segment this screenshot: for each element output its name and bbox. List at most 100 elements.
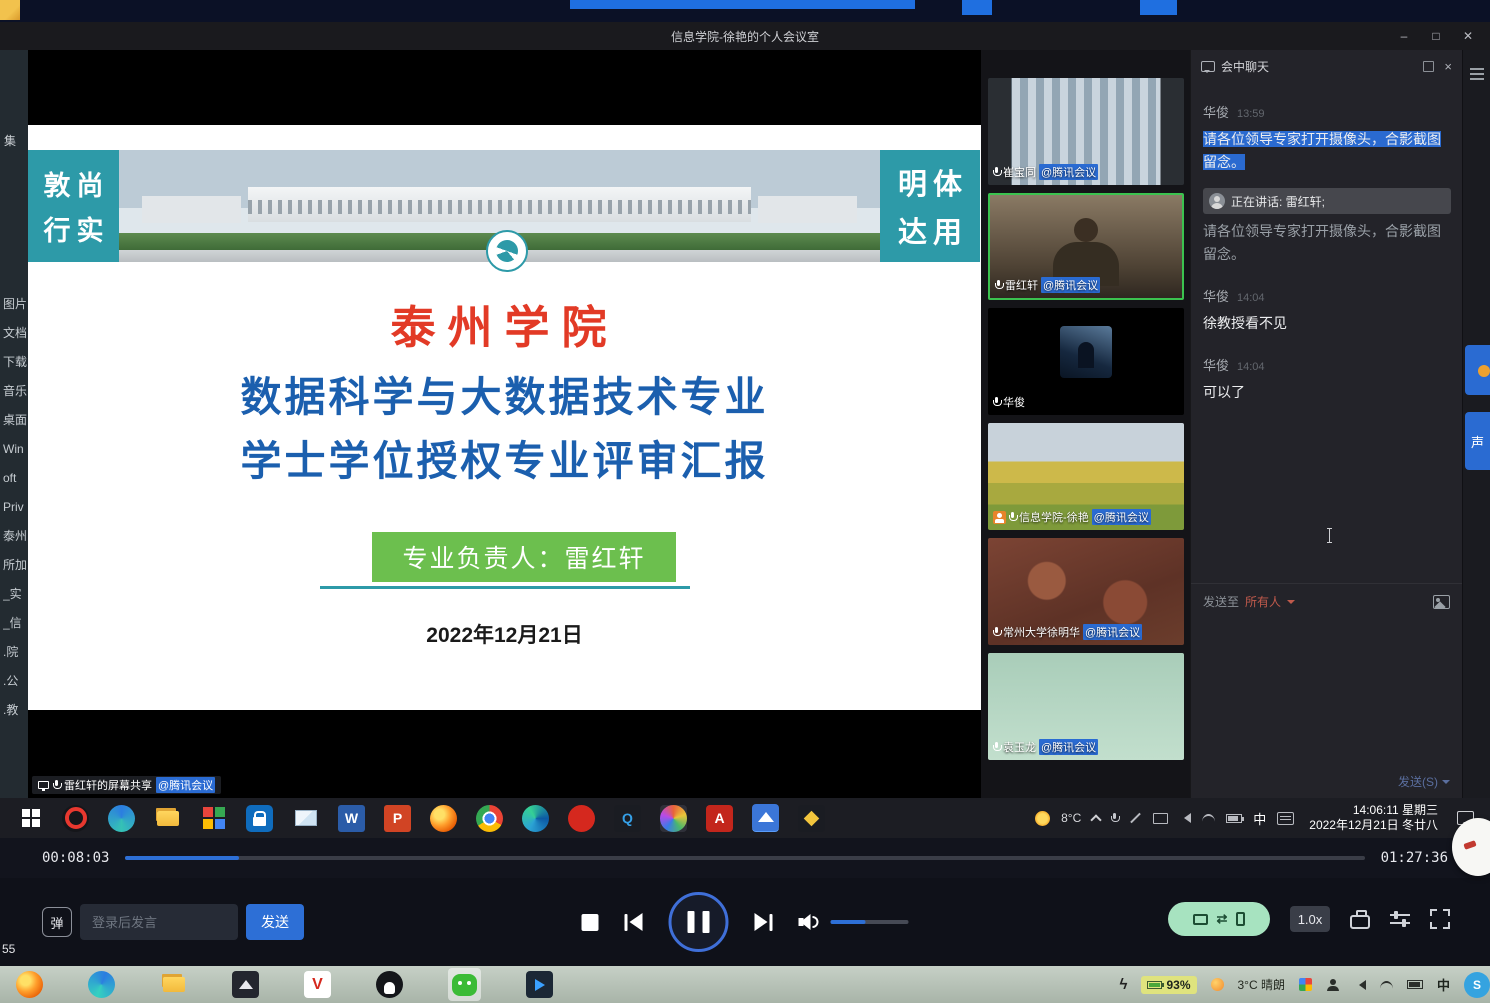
file-item[interactable]: 下载 <box>3 348 27 377</box>
previous-button[interactable] <box>625 913 643 931</box>
wechat-icon[interactable] <box>452 974 477 996</box>
toolbox-icon[interactable] <box>1350 915 1370 929</box>
participant-tile[interactable]: 信息学院-徐艳 @腾讯会议 <box>988 423 1184 530</box>
volume-fill <box>831 920 866 924</box>
chat-close-icon[interactable]: × <box>1444 59 1452 74</box>
next-button[interactable] <box>755 913 773 931</box>
file-item[interactable]: .公 <box>3 667 27 696</box>
active-app-highlight[interactable] <box>448 968 481 1001</box>
file-item[interactable]: 图片 <box>3 290 27 319</box>
cad-app-icon[interactable] <box>798 805 825 832</box>
sphere-app-icon[interactable] <box>660 805 687 832</box>
edge-icon[interactable] <box>88 971 115 998</box>
ime-indicator[interactable]: 中 <box>1253 809 1266 828</box>
file-explorer-icon[interactable] <box>160 971 187 998</box>
text-fragment: 55 <box>2 942 15 956</box>
colorful-tray-icon[interactable] <box>1299 978 1312 991</box>
menu-icon[interactable] <box>1470 68 1484 83</box>
firefox-icon[interactable] <box>16 971 43 998</box>
file-item[interactable]: oft <box>3 464 27 493</box>
file-item[interactable]: _实 <box>3 580 27 609</box>
chrome-icon[interactable] <box>476 805 503 832</box>
transfer-arrows-icon: ⇄ <box>1217 911 1228 927</box>
network-icon[interactable] <box>1202 814 1215 822</box>
danmaku-send-button[interactable]: 发送 <box>246 904 304 940</box>
qq-icon[interactable] <box>376 971 403 998</box>
powerpoint-icon[interactable]: P <box>384 805 411 832</box>
file-item[interactable]: .教 <box>3 696 27 725</box>
windows-start-icon[interactable] <box>22 809 40 827</box>
file-item[interactable]: 桌面 <box>3 406 27 435</box>
dark-app-icon[interactable] <box>232 971 259 998</box>
weather-icon[interactable] <box>1211 978 1224 991</box>
ime-indicator[interactable]: 中 <box>1437 975 1450 994</box>
speaker-icon[interactable] <box>1354 980 1366 990</box>
weather-sun-icon[interactable] <box>1035 811 1050 826</box>
file-explorer-icon[interactable] <box>154 805 181 832</box>
playback-speed-button[interactable]: 1.0x <box>1290 906 1330 932</box>
minimize-button[interactable]: – <box>1388 22 1420 50</box>
battery-widget[interactable]: 93% <box>1141 976 1196 994</box>
docked-panel-tab-sound[interactable]: 声 <box>1465 412 1490 470</box>
taskbar-clock[interactable]: 14:06:11 星期三 2022年12月21日 冬廿八 <box>1309 803 1438 833</box>
word-icon[interactable]: W <box>338 805 365 832</box>
file-item[interactable]: 所加 <box>3 551 27 580</box>
participant-tile[interactable]: 常州大学徐明华 @腾讯会议 <box>988 538 1184 645</box>
app-grid-icon[interactable] <box>200 805 227 832</box>
file-item[interactable]: 文档 <box>3 319 27 348</box>
volume-slider[interactable] <box>831 920 909 924</box>
popout-icon[interactable] <box>1423 61 1434 72</box>
store-icon[interactable] <box>246 805 273 832</box>
file-item[interactable]: 泰州 <box>3 522 27 551</box>
weather-text[interactable]: 3°C 晴朗 <box>1238 976 1285 993</box>
firefox-icon[interactable] <box>430 805 457 832</box>
file-item[interactable]: _信 <box>3 609 27 638</box>
file-item[interactable]: Priv <box>3 493 27 522</box>
maximize-button[interactable]: □ <box>1420 22 1452 50</box>
display-icon[interactable] <box>1153 813 1168 824</box>
red-app-icon[interactable] <box>568 805 595 832</box>
battery-tray-icon[interactable] <box>1407 980 1423 989</box>
acrobat-icon[interactable]: A <box>706 805 733 832</box>
participant-tile[interactable]: 崔宝同 @腾讯会议 <box>988 78 1184 185</box>
mic-tray-icon[interactable] <box>1111 813 1118 824</box>
skype-icon[interactable]: S <box>1464 972 1490 998</box>
player-progress-row: 00:08:03 01:27:36 <box>0 838 1490 878</box>
file-item[interactable]: 音乐 <box>3 377 27 406</box>
network-icon[interactable] <box>1380 981 1393 989</box>
mail-icon[interactable] <box>292 805 319 832</box>
pen-icon[interactable] <box>1130 813 1141 824</box>
pause-button[interactable] <box>669 892 729 952</box>
browser-icon[interactable] <box>522 805 549 832</box>
file-item[interactable]: .院 <box>3 638 27 667</box>
volume-icon[interactable] <box>799 913 821 931</box>
video-player-icon[interactable] <box>526 971 553 998</box>
photos-icon-active[interactable] <box>752 804 779 831</box>
cast-to-device-button[interactable]: ⇄ <box>1168 902 1270 936</box>
send-to-selector[interactable]: 所有人 <box>1245 593 1281 610</box>
v-app-icon[interactable]: V <box>304 971 331 998</box>
edge-icon[interactable] <box>108 805 135 832</box>
weather-temp[interactable]: 8°C <box>1061 811 1081 825</box>
fullscreen-icon[interactable] <box>1430 909 1450 929</box>
seek-bar[interactable] <box>125 856 1364 860</box>
close-button[interactable]: ✕ <box>1452 22 1484 50</box>
hidden-icons-chevron[interactable] <box>1091 814 1102 825</box>
keyboard-icon[interactable] <box>1277 812 1294 825</box>
participant-tile[interactable]: 袁玉龙 @腾讯会议 <box>988 653 1184 760</box>
image-attach-icon[interactable] <box>1433 595 1450 609</box>
settings-sliders-icon[interactable] <box>1390 914 1410 924</box>
stop-button[interactable] <box>582 914 599 931</box>
danmaku-toggle-icon[interactable]: 弹 <box>42 907 72 937</box>
people-icon[interactable] <box>1326 979 1340 991</box>
participant-tile-speaking[interactable]: 雷红轩 @腾讯会议 <box>988 193 1184 300</box>
chat-send-button[interactable]: 发送(S) <box>1398 773 1450 790</box>
qq-browser-icon[interactable]: Q <box>614 805 641 832</box>
file-item[interactable]: Win <box>3 435 27 464</box>
file-item[interactable]: 集 <box>4 132 16 149</box>
battery-icon[interactable] <box>1226 814 1242 823</box>
participant-tile[interactable]: 华俊 <box>988 308 1184 415</box>
opera-icon[interactable] <box>62 805 89 832</box>
speaker-icon[interactable] <box>1179 813 1191 823</box>
danmaku-input[interactable] <box>80 904 238 940</box>
